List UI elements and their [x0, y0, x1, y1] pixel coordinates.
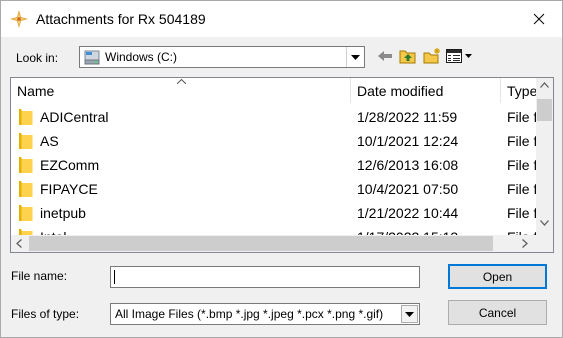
column-divider[interactable] [500, 78, 501, 103]
file-type: File f [507, 205, 538, 221]
scroll-down-icon[interactable] [540, 220, 549, 226]
up-folder-icon [399, 50, 416, 64]
file-name: AS [40, 133, 59, 149]
file-date: 1/21/2022 10:44 [357, 205, 459, 221]
view-menu-button[interactable] [445, 46, 473, 66]
folder-icon [19, 157, 33, 173]
window-title: Attachments for Rx 504189 [36, 11, 206, 27]
file-date: 12/6/2013 16:08 [357, 157, 459, 173]
close-icon [533, 13, 545, 25]
column-header-date[interactable]: Date modified [357, 78, 497, 103]
view-menu-icon [445, 49, 472, 63]
horizontal-scrollbar[interactable] [11, 235, 538, 252]
title-bar[interactable]: Attachments for Rx 504189 [1, 1, 562, 37]
sort-up-icon [177, 79, 186, 84]
new-folder-icon [423, 48, 440, 64]
look-in-dropdown[interactable]: Windows (C:) [79, 46, 365, 68]
scroll-up-icon[interactable] [540, 82, 549, 88]
file-date: 1/28/2022 11:59 [357, 109, 458, 125]
list-item[interactable]: AS 10/1/2021 12:24 File f [11, 129, 538, 153]
look-in-dropdown-button[interactable] [346, 47, 364, 67]
list-item[interactable]: FIPAYCE 10/4/2021 07:50 File f [11, 177, 538, 201]
chevron-down-icon [405, 311, 414, 317]
folder-icon [19, 133, 33, 149]
list-item[interactable]: ADICentral 1/28/2022 11:59 File f [11, 105, 538, 129]
file-name: FIPAYCE [40, 181, 98, 197]
horizontal-scroll-thumb[interactable] [29, 236, 493, 251]
folder-icon [19, 205, 33, 221]
file-name: EZComm [40, 157, 100, 173]
chevron-down-icon [351, 54, 360, 60]
look-in-value: Windows (C:) [105, 50, 178, 64]
folder-icon [19, 109, 33, 125]
cancel-button[interactable]: Cancel [448, 300, 547, 325]
file-type-value: All Image Files (*.bmp *.jpg *.jpeg *.pc… [115, 307, 384, 321]
file-date: 10/1/2021 12:24 [357, 133, 459, 149]
file-name-input[interactable] [110, 266, 420, 288]
text-caret [114, 270, 115, 284]
file-list[interactable]: Name Date modified Type ADICentral 1/28/… [10, 77, 554, 253]
file-name-label: File name: [11, 269, 68, 283]
scrollbar-corner [536, 235, 553, 252]
open-button[interactable]: Open [448, 264, 547, 289]
look-in-label: Look in: [16, 51, 59, 65]
file-type-label: Files of type: [11, 307, 80, 321]
scroll-left-icon[interactable] [16, 239, 22, 248]
column-header-type[interactable]: Type [507, 78, 537, 103]
column-divider[interactable] [350, 78, 351, 103]
file-type: File f [507, 133, 538, 149]
drive-icon [84, 50, 100, 65]
file-dialog: Attachments for Rx 504189 Look in: Windo… [0, 0, 563, 338]
up-folder-button[interactable] [397, 46, 419, 66]
back-button[interactable] [376, 46, 394, 66]
list-item[interactable]: inetpub 1/21/2022 10:44 File f [11, 201, 538, 225]
file-type: File f [507, 109, 538, 125]
vertical-scrollbar[interactable] [536, 78, 553, 235]
file-type-dropdown-button[interactable] [401, 305, 418, 323]
file-name: inetpub [40, 205, 86, 221]
scroll-right-icon[interactable] [522, 239, 528, 248]
list-item[interactable]: EZComm 12/6/2013 16:08 File f [11, 153, 538, 177]
close-button[interactable] [516, 1, 562, 37]
file-type: File f [507, 181, 538, 197]
app-icon [10, 10, 28, 28]
file-date: 10/4/2021 07:50 [357, 181, 459, 197]
file-type-dropdown[interactable]: All Image Files (*.bmp *.jpg *.jpeg *.pc… [110, 303, 420, 325]
new-folder-button[interactable] [421, 46, 443, 66]
file-type: File f [507, 157, 538, 173]
back-arrow-icon [378, 51, 392, 61]
folder-icon [19, 181, 33, 197]
file-name: ADICentral [40, 109, 109, 125]
vertical-scroll-thumb[interactable] [537, 99, 552, 121]
